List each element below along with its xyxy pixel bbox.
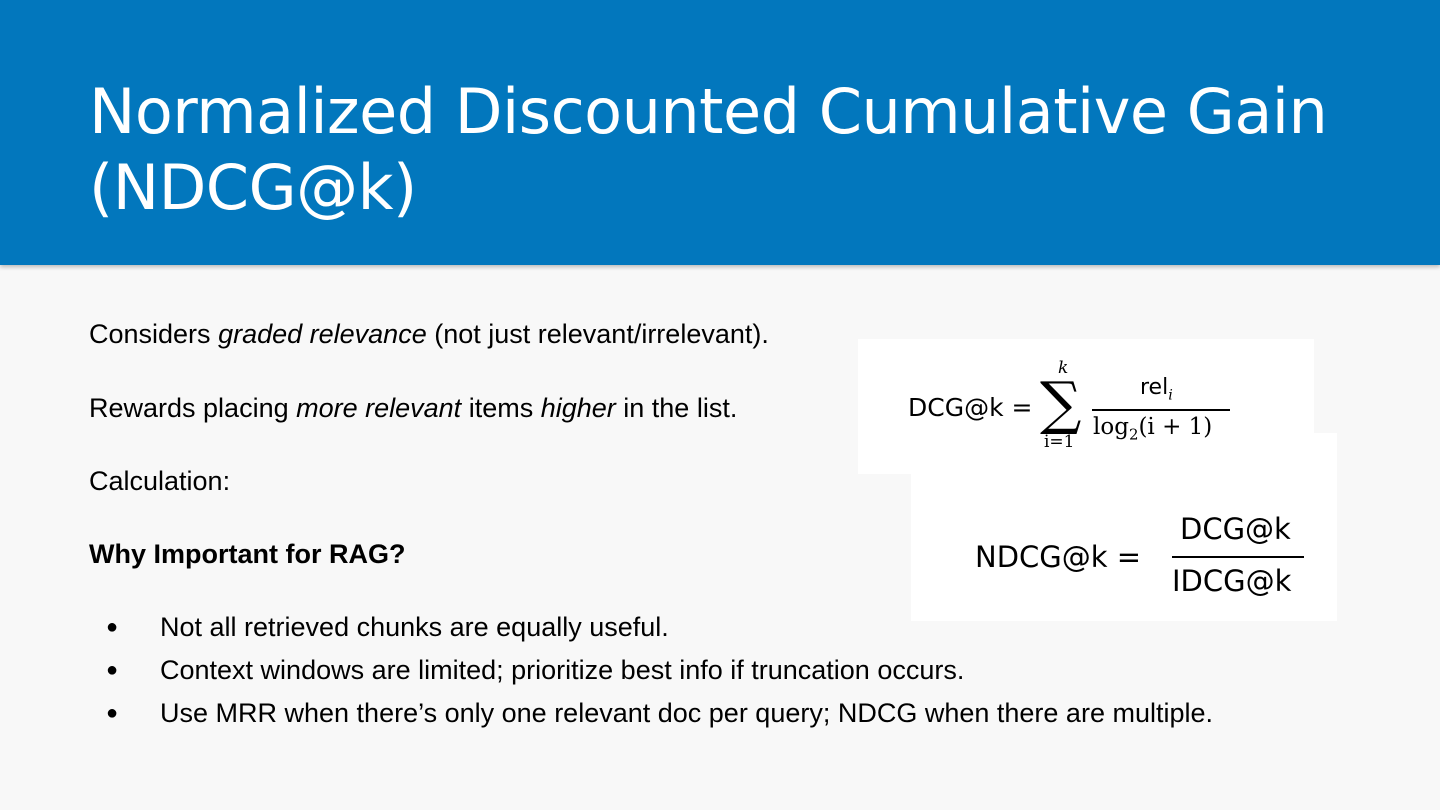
paragraph-rewards: Rewards placing more relevant items high… — [89, 392, 737, 424]
bullet-text: Context windows are limited; prioritize … — [160, 655, 965, 685]
paragraph-graded-relevance: Considers graded relevance (not just rel… — [89, 318, 769, 350]
dcg-formula-lhs: DCG@k = — [908, 393, 1033, 422]
p2-emphasis-2: higher — [540, 393, 616, 423]
p2-emphasis-1: more relevant — [296, 393, 462, 423]
dcg-numerator: reli — [1140, 375, 1173, 403]
ndcg-fraction-bar — [1172, 556, 1304, 558]
ndcg-formula-lhs: NDCG@k = — [975, 540, 1142, 574]
bullet-text: Not all retrieved chunks are equally use… — [160, 612, 669, 642]
p1-emphasis: graded relevance — [218, 319, 427, 349]
p2-text-b: items — [461, 393, 541, 423]
bullet-text: Use MRR when there’s only one relevant d… — [160, 698, 1213, 728]
ndcg-denominator: IDCG@k — [1172, 564, 1292, 598]
p1-text-a: Considers — [89, 319, 219, 349]
p2-text-a: Rewards placing — [89, 393, 297, 423]
ndcg-numerator: DCG@k — [1180, 512, 1291, 546]
dcg-den-log: log — [1093, 414, 1129, 440]
bullet-dot-icon: ● — [106, 659, 119, 681]
dcg-fraction-bar — [1092, 409, 1230, 411]
dcg-numerator-sub: i — [1168, 387, 1173, 404]
p2-text-c: in the list. — [615, 393, 738, 423]
dcg-den-arg: (i + 1) — [1138, 414, 1213, 440]
sum-lower-limit: i=1 — [1044, 432, 1075, 452]
heading-why-important: Why Important for RAG? — [89, 539, 406, 569]
p1-text-b: (not just relevant/irrelevant). — [426, 319, 769, 349]
title-bar: Normalized Discounted Cumulative Gain (N… — [0, 0, 1440, 265]
paragraph-calculation: Calculation: — [89, 466, 231, 496]
slide-title: Normalized Discounted Cumulative Gain (N… — [89, 75, 1328, 224]
dcg-denominator: log2(i + 1) — [1093, 414, 1212, 444]
summation-icon: ∑ — [1040, 369, 1082, 437]
bullet-dot-icon: ● — [106, 616, 119, 638]
bullet-dot-icon: ● — [106, 702, 119, 724]
dcg-numerator-main: rel — [1140, 375, 1169, 400]
